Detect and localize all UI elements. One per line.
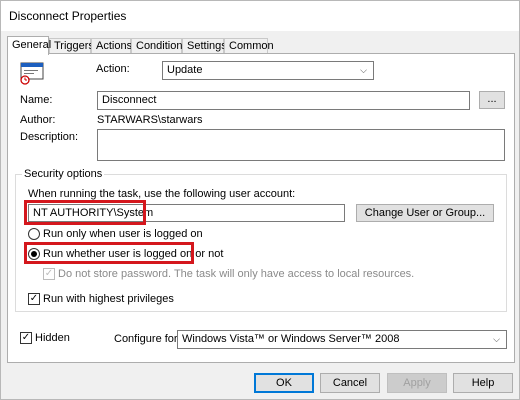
- dont-store-password-label: Do not store password. The task will onl…: [58, 268, 415, 280]
- chevron-down-icon: ⌵: [360, 65, 367, 75]
- window-title: Disconnect Properties: [9, 9, 127, 23]
- security-options-label: Security options: [22, 168, 105, 180]
- highlight-account-box: [24, 200, 146, 225]
- action-value: Update: [167, 64, 203, 76]
- name-field[interactable]: Disconnect: [97, 91, 470, 110]
- hidden-label[interactable]: Hidden: [35, 332, 70, 344]
- tab-conditions[interactable]: Conditions: [131, 38, 188, 53]
- properties-dialog: Disconnect Properties General Triggers A…: [0, 0, 520, 400]
- description-label: Description:: [20, 131, 79, 143]
- name-label: Name:: [20, 94, 53, 106]
- configure-for-label: Configure for:: [114, 333, 181, 345]
- description-field[interactable]: [97, 129, 505, 161]
- configure-for-dropdown[interactable]: Windows Vista™ or Windows Server™ 2008 ⌵: [177, 330, 507, 349]
- tab-triggers[interactable]: Triggers: [49, 38, 94, 53]
- tab-actions[interactable]: Actions: [91, 38, 132, 53]
- highlight-run-whether-box: [24, 242, 194, 264]
- help-button[interactable]: Help: [453, 373, 513, 393]
- chevron-down-icon: ⌵: [493, 334, 500, 344]
- general-tab-panel: Action: Update ⌵ Name: Disconnect ... Au…: [7, 53, 515, 363]
- tab-settings[interactable]: Settings: [182, 38, 227, 53]
- tab-general[interactable]: General: [7, 36, 51, 55]
- shortcut-item-icon: [20, 62, 46, 85]
- action-label: Action:: [96, 63, 130, 75]
- radio-run-logged-on[interactable]: [28, 228, 40, 240]
- configure-for-value: Windows Vista™ or Windows Server™ 2008: [182, 333, 400, 345]
- ok-button[interactable]: OK: [254, 373, 314, 393]
- browse-button[interactable]: ...: [479, 91, 505, 109]
- checkbox-dont-store-password: ✓: [43, 268, 55, 280]
- checkbox-highest-privileges[interactable]: ✓: [28, 293, 40, 305]
- radio-run-logged-on-label[interactable]: Run only when user is logged on: [43, 228, 203, 240]
- author-value: STARWARS\starwars: [97, 114, 203, 126]
- highest-privileges-label[interactable]: Run with highest privileges: [43, 293, 174, 305]
- apply-button: Apply: [387, 373, 447, 393]
- tab-common[interactable]: Common: [224, 38, 274, 53]
- account-prompt: When running the task, use the following…: [28, 188, 296, 200]
- action-dropdown[interactable]: Update ⌵: [162, 61, 374, 80]
- cancel-button[interactable]: Cancel: [320, 373, 380, 393]
- change-user-button[interactable]: Change User or Group...: [356, 204, 494, 222]
- author-label: Author:: [20, 114, 56, 126]
- title-bar: Disconnect Properties: [1, 1, 519, 31]
- checkbox-hidden[interactable]: ✓: [20, 332, 32, 344]
